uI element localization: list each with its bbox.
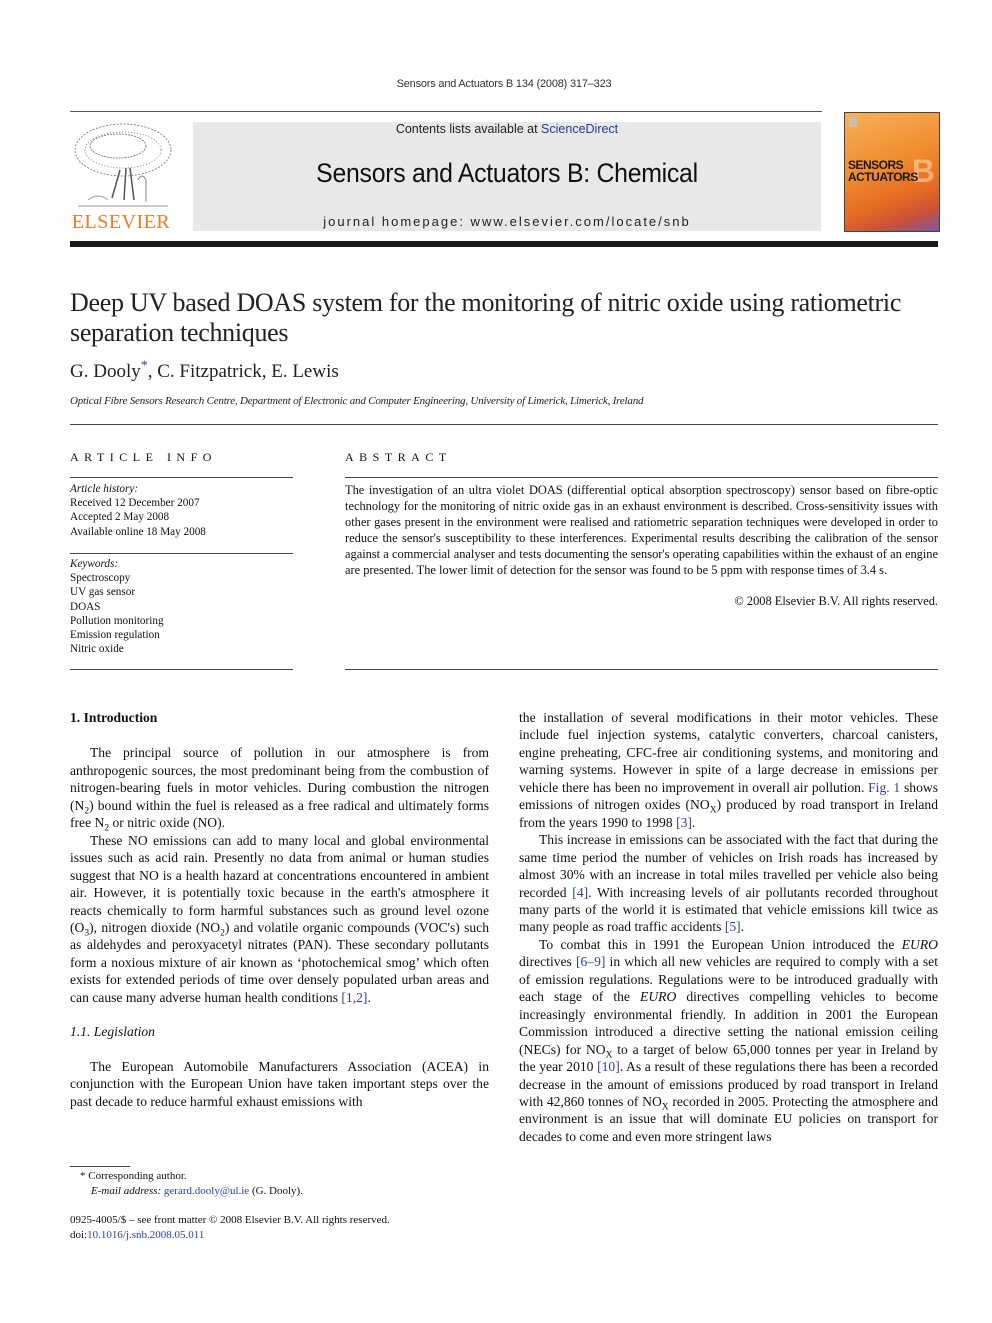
keyword: Spectroscopy bbox=[70, 572, 131, 585]
divider bbox=[70, 553, 293, 554]
divider bbox=[70, 477, 293, 478]
divider bbox=[70, 669, 293, 670]
paragraph: To combat this in 1991 the European Unio… bbox=[519, 936, 938, 1144]
footnote: * Corresponding author. E-mail address: … bbox=[80, 1170, 303, 1197]
author[interactable]: E. Lewis bbox=[271, 361, 339, 382]
paragraph: These NO emissions can add to many local… bbox=[70, 832, 489, 1005]
affiliation: Optical Fibre Sensors Research Centre, D… bbox=[70, 395, 644, 407]
abstract-text: The investigation of an ultra violet DOA… bbox=[345, 483, 938, 577]
keyword: Pollution monitoring bbox=[70, 614, 164, 627]
figure-link[interactable]: Fig. 1 bbox=[868, 780, 900, 795]
doi-link[interactable]: 10.1016/j.snb.2008.05.011 bbox=[87, 1229, 204, 1241]
cover-title: SENSORS ACTUATORS bbox=[848, 158, 918, 184]
header-thick-rule bbox=[70, 241, 938, 247]
cover-publisher-mark bbox=[849, 117, 857, 127]
journal-homepage[interactable]: journal homepage: www.elsevier.com/locat… bbox=[193, 214, 821, 229]
paragraph: the installation of several modification… bbox=[519, 710, 938, 830]
keywords: Keywords: Spectroscopy UV gas sensor DOA… bbox=[70, 557, 293, 656]
journal-title: Sensors and Actuators B: Chemical bbox=[316, 158, 698, 188]
citation-link[interactable]: [10] bbox=[597, 1059, 620, 1074]
running-head: Sensors and Actuators B 134 (2008) 317–3… bbox=[396, 78, 612, 90]
keyword: Emission regulation bbox=[70, 629, 160, 642]
section-heading: 1. Introduction bbox=[70, 710, 158, 725]
header-rule bbox=[70, 111, 822, 112]
divider bbox=[345, 669, 938, 670]
journal-banner: Contents lists available at ScienceDirec… bbox=[193, 122, 821, 231]
history-item: Received 12 December 2007 bbox=[70, 497, 200, 510]
citation-link[interactable]: [1,2] bbox=[341, 990, 367, 1005]
history-item: Available online 18 May 2008 bbox=[70, 525, 206, 538]
journal-cover-image[interactable]: B SENSORS ACTUATORS bbox=[844, 112, 940, 232]
footnote-rule bbox=[70, 1166, 130, 1167]
paragraph: The European Automobile Manufacturers As… bbox=[70, 1058, 489, 1109]
corresponding-author-mark[interactable]: * bbox=[141, 359, 148, 374]
sciencedirect-link[interactable]: ScienceDirect bbox=[541, 122, 618, 136]
citation-link[interactable]: [3] bbox=[676, 815, 692, 830]
article-info-heading: ARTICLE INFO bbox=[70, 450, 217, 464]
divider bbox=[70, 424, 938, 425]
author[interactable]: C. Fitzpatrick bbox=[157, 361, 261, 382]
divider bbox=[345, 477, 938, 478]
keyword: Nitric oxide bbox=[70, 643, 124, 656]
elsevier-wordmark: ELSEVIER bbox=[71, 211, 171, 233]
author-list: G. Dooly*, C. Fitzpatrick, E. Lewis bbox=[70, 358, 339, 382]
history-item: Accepted 2 May 2008 bbox=[70, 511, 170, 524]
tree-icon bbox=[74, 123, 172, 207]
keyword: UV gas sensor bbox=[70, 586, 136, 599]
citation-link[interactable]: [5] bbox=[725, 919, 741, 934]
article-title: Deep UV based DOAS system for the monito… bbox=[70, 288, 902, 347]
elsevier-logo[interactable]: ELSEVIER bbox=[68, 120, 174, 234]
email-link[interactable]: gerard.dooly@ul.ie bbox=[164, 1185, 249, 1197]
citation-link[interactable]: [4] bbox=[572, 885, 588, 900]
abstract-copyright: © 2008 Elsevier B.V. All rights reserved… bbox=[734, 594, 938, 608]
left-column: 1. Introduction The principal source of … bbox=[70, 709, 489, 1110]
subsection-heading: 1.1. Legislation bbox=[70, 1024, 155, 1040]
article-history: Article history: Received 12 December 20… bbox=[70, 482, 293, 539]
paragraph: This increase in emissions can be associ… bbox=[519, 832, 938, 935]
issn-line: 0925-4005/$ – see front matter © 2008 El… bbox=[70, 1214, 390, 1241]
right-column: the installation of several modification… bbox=[519, 709, 938, 1145]
contents-line: Contents lists available at ScienceDirec… bbox=[395, 122, 619, 136]
citation-link[interactable]: [6–9] bbox=[576, 954, 605, 969]
abstract-heading: ABSTRACT bbox=[345, 450, 452, 464]
author[interactable]: G. Dooly bbox=[70, 361, 141, 382]
keyword: DOAS bbox=[70, 600, 101, 613]
paragraph: The principal source of pollution in our… bbox=[70, 745, 489, 834]
